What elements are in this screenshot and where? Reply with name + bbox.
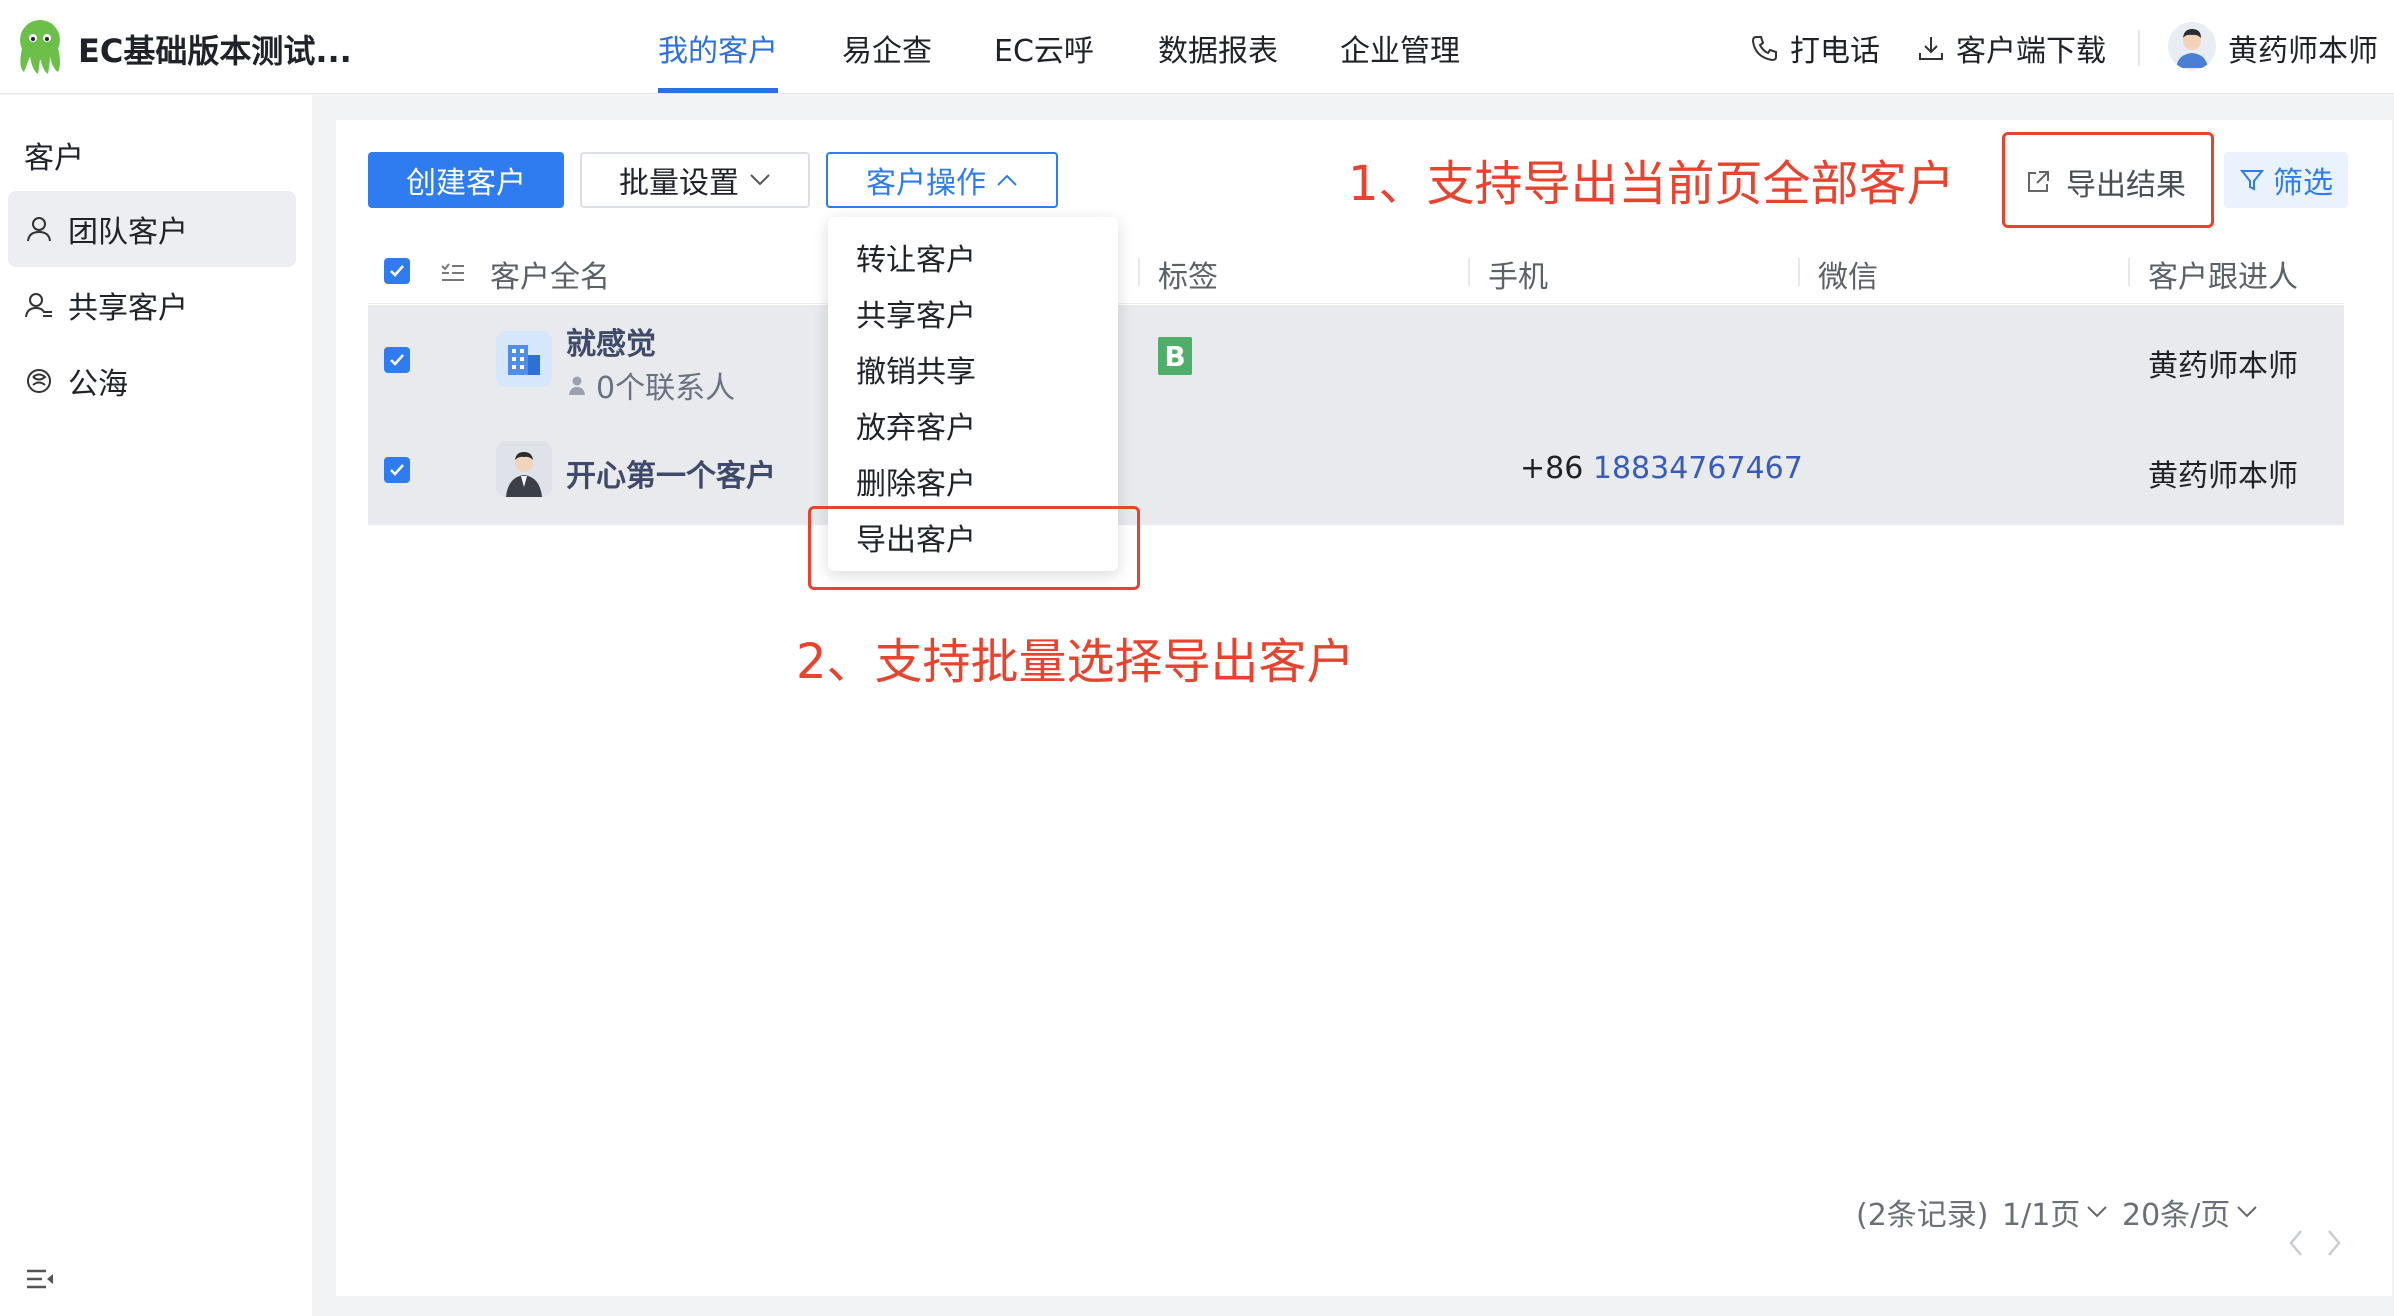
external-link-icon bbox=[2028, 171, 2049, 192]
export-result-button[interactable]: 导出结果 bbox=[2024, 158, 2186, 206]
create-customer-button[interactable]: 创建客户 bbox=[368, 152, 564, 208]
sea-icon bbox=[27, 369, 51, 393]
chevron-down-icon bbox=[2237, 1206, 2257, 1218]
chevron-up-icon bbox=[997, 174, 1017, 186]
user-name[interactable]: 黄药师本师 bbox=[2228, 26, 2378, 70]
filter-icon bbox=[2239, 170, 2265, 191]
column-header-tag[interactable]: 标签 bbox=[1158, 252, 1218, 296]
sidebar-item-label: 公海 bbox=[68, 367, 128, 402]
table-row[interactable]: 就感觉 0个联系人 B 黄药师本师 bbox=[368, 305, 2344, 415]
owner-cell: 黄药师本师 bbox=[2148, 349, 2298, 384]
sidebar-item-public-sea[interactable]: 公海 bbox=[8, 343, 296, 419]
collapse-sidebar-icon[interactable] bbox=[24, 1264, 56, 1296]
download-label: 客户端下载 bbox=[1956, 34, 2106, 69]
row-checkbox[interactable] bbox=[384, 457, 410, 483]
call-button[interactable]: 打电话 bbox=[1750, 26, 1880, 70]
person-avatar-icon bbox=[496, 441, 552, 497]
user-icon bbox=[27, 217, 51, 242]
sidebar-item-label: 团队客户 bbox=[68, 215, 188, 250]
next-page-icon[interactable] bbox=[2324, 1228, 2344, 1258]
top-bar: EC基础版本测试... 我的客户 易企查 EC云呼 数据报表 企业管理 打电话 … bbox=[0, 0, 2394, 94]
filter-button[interactable]: 筛选 bbox=[2224, 152, 2348, 208]
filter-label: 筛选 bbox=[2273, 166, 2333, 201]
nav-yiqicha[interactable]: 易企查 bbox=[842, 26, 932, 70]
nav-active-underline bbox=[658, 88, 778, 93]
user-avatar-icon bbox=[2176, 29, 2208, 68]
user-name-label: 黄药师本师 bbox=[2228, 34, 2378, 69]
call-label: 打电话 bbox=[1790, 34, 1880, 69]
customer-operations-button[interactable]: 客户操作 bbox=[826, 152, 1058, 208]
menu-item-share[interactable]: 共享客户 bbox=[856, 291, 976, 335]
column-settings-icon[interactable] bbox=[440, 260, 466, 286]
sidebar-item-team-customers[interactable]: 团队客户 bbox=[8, 191, 296, 267]
row-checkbox[interactable] bbox=[384, 347, 410, 373]
checkmark-icon bbox=[390, 265, 404, 277]
menu-item-abandon[interactable]: 放弃客户 bbox=[856, 403, 976, 447]
column-header-phone[interactable]: 手机 bbox=[1488, 252, 1548, 296]
customer-name[interactable]: 开心第一个客户 bbox=[566, 451, 776, 495]
phone-cell: +86 18834767467 bbox=[1520, 451, 1803, 486]
page-label: 1/1页 bbox=[2002, 1198, 2081, 1233]
nav-data-reports[interactable]: 数据报表 bbox=[1158, 26, 1278, 70]
download-icon bbox=[1919, 37, 1943, 60]
checkmark-icon bbox=[390, 464, 404, 476]
person-icon bbox=[569, 376, 585, 395]
export-result-label: 导出结果 bbox=[2066, 168, 2186, 203]
column-divider bbox=[1468, 258, 1470, 286]
nav-ec-cloud-call[interactable]: EC云呼 bbox=[994, 26, 1094, 70]
sidebar: 客户 团队客户 共享客户 公海 bbox=[0, 95, 312, 1316]
per-page-label: 20条/页 bbox=[2122, 1198, 2231, 1233]
app-title: EC基础版本测试... bbox=[78, 32, 352, 70]
owner-cell: 黄药师本师 bbox=[2148, 459, 2298, 494]
company-icon bbox=[496, 331, 552, 387]
prev-page-icon[interactable] bbox=[2286, 1228, 2306, 1258]
checkmark-icon bbox=[390, 354, 404, 366]
nav-my-customers[interactable]: 我的客户 bbox=[658, 26, 778, 70]
tag-badge: B bbox=[1158, 337, 1192, 375]
column-divider bbox=[1798, 258, 1800, 286]
main-panel: 创建客户 批量设置 客户操作 1、支持导出当前页全部客户 导出结果 筛选 客户全… bbox=[336, 120, 2392, 1296]
batch-settings-button[interactable]: 批量设置 bbox=[580, 152, 810, 208]
column-divider bbox=[1138, 258, 1140, 286]
phone-prefix: +86 bbox=[1520, 451, 1584, 486]
pagination-page-select[interactable]: 1/1页 bbox=[2002, 1190, 2108, 1234]
customer-operations-label: 客户操作 bbox=[866, 166, 986, 201]
contact-count-label: 0个联系人 bbox=[596, 371, 736, 406]
column-header-wechat[interactable]: 微信 bbox=[1818, 252, 1878, 296]
nav-enterprise-management[interactable]: 企业管理 bbox=[1340, 26, 1460, 70]
pagination-per-page-select[interactable]: 20条/页 bbox=[2122, 1190, 2258, 1234]
octopus-logo-icon bbox=[20, 20, 60, 74]
chevron-down-icon bbox=[2087, 1206, 2107, 1218]
menu-item-delete[interactable]: 删除客户 bbox=[856, 459, 976, 503]
annotation-box-export-customer bbox=[808, 506, 1140, 590]
column-header-name[interactable]: 客户全名 bbox=[490, 252, 610, 296]
menu-item-revoke-share[interactable]: 撤销共享 bbox=[856, 347, 976, 391]
phone-number[interactable]: 18834767467 bbox=[1593, 451, 1803, 486]
table-header: 客户全名 标签 手机 微信 客户跟进人 bbox=[368, 240, 2344, 304]
sidebar-item-shared-customers[interactable]: 共享客户 bbox=[8, 267, 296, 343]
contact-count: 0个联系人 bbox=[566, 363, 735, 407]
batch-settings-label: 批量设置 bbox=[619, 166, 739, 201]
phone-icon bbox=[1751, 36, 1777, 62]
annotation-batch-export: 2、支持批量选择导出客户 bbox=[796, 634, 1355, 690]
menu-item-transfer[interactable]: 转让客户 bbox=[856, 235, 976, 279]
chevron-down-icon bbox=[750, 174, 770, 186]
sidebar-heading: 客户 bbox=[24, 141, 84, 176]
shared-user-icon bbox=[25, 293, 52, 318]
download-client-button[interactable]: 客户端下载 bbox=[1916, 26, 2106, 70]
pagination-records: (2条记录) bbox=[1856, 1198, 1989, 1233]
header-divider bbox=[2138, 30, 2140, 66]
column-header-owner[interactable]: 客户跟进人 bbox=[2148, 252, 2298, 296]
sidebar-item-label: 共享客户 bbox=[68, 291, 188, 326]
customer-name[interactable]: 就感觉 bbox=[566, 319, 656, 363]
table-row[interactable]: 开心第一个客户 +86 18834767467 黄药师本师 bbox=[368, 415, 2344, 525]
annotation-export-page: 1、支持导出当前页全部客户 bbox=[1348, 156, 1955, 212]
user-avatar[interactable] bbox=[2168, 22, 2216, 70]
column-divider bbox=[2128, 258, 2130, 286]
select-all-checkbox[interactable] bbox=[384, 258, 410, 284]
